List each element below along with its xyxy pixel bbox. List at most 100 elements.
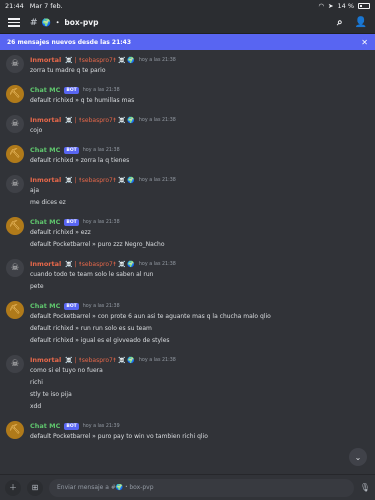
user-avatar[interactable]: ☠ [6, 355, 24, 373]
message-list[interactable]: ☠ Inmortal ☠️ | ☨sebaspro7☨ ☠️ 🌍 hoy a las … [0, 52, 375, 470]
author-name[interactable]: Chat MC [30, 146, 60, 154]
message-item[interactable]: ☠ Inmortal ☠️ | ☨sebaspro7☨ ☠️ 🌍 hoy a las … [0, 52, 375, 82]
author-decoration: ☠️ | ☨sebaspro7☨ ☠️ 🌍 [65, 56, 135, 64]
bot-avatar[interactable]: ⛏ [6, 421, 24, 439]
message-content: Inmortal ☠️ | ☨sebaspro7☨ ☠️ 🌍 hoy a las 2… [30, 259, 369, 293]
add-attachment-button[interactable]: ＋ [5, 479, 21, 496]
message-item[interactable]: ☠ Inmortal ☠️ | ☨sebaspro7☨ ☠️ 🌍 hoy a las … [0, 112, 375, 142]
message-text: default richixd » run run solo es su tea… [30, 325, 152, 332]
message-text: default Pocketbarrel » puro zzz Negro_Na… [30, 241, 165, 248]
location-icon: ➤ [328, 2, 334, 10]
new-messages-banner[interactable]: 26 mensajes nuevos desde las 21:43 ✕ [0, 34, 375, 50]
message-text: cojo [30, 127, 43, 134]
message-meta: Inmortal ☠️ | ☨sebaspro7☨ ☠️ 🌍 hoy a las 2… [30, 55, 369, 65]
author-name[interactable]: Inmortal [30, 116, 61, 124]
author-decoration: ☠️ | ☨sebaspro7☨ ☠️ 🌍 [65, 116, 135, 124]
message-item[interactable]: ☠ Inmortal ☠️ | ☨sebaspro7☨ ☠️ 🌍 hoy a las … [0, 172, 375, 214]
microphone-icon[interactable]: 🎙 [360, 483, 370, 492]
message-text: default richixd » igual es el givveado d… [30, 337, 170, 344]
menu-icon[interactable] [8, 18, 20, 27]
bot-avatar[interactable]: ⛏ [6, 85, 24, 103]
message-meta: Chat MC BOT hoy a las 21:38 [30, 217, 369, 227]
message-text: aja [30, 187, 40, 194]
author-name[interactable]: Chat MC [30, 218, 60, 226]
date: Mar 7 feb. [29, 2, 63, 10]
message-content: Chat MC BOT hoy a las 21:39 default Pocketb… [30, 421, 369, 443]
message-text: me dices ez [30, 199, 66, 206]
bot-badge: BOT [64, 422, 79, 430]
message-text: stly te iso pija [30, 391, 72, 398]
author-name[interactable]: Chat MC [30, 86, 60, 94]
author-name[interactable]: Inmortal [30, 356, 61, 364]
message-meta: Chat MC BOT hoy a las 21:38 [30, 85, 369, 95]
timestamp: hoy a las 21:38 [138, 117, 176, 123]
message-item[interactable]: ☠ Inmortal ☠️ | ☨sebaspro7☨ ☠️ 🌍 hoy a las … [0, 352, 375, 418]
message-meta: Inmortal ☠️ | ☨sebaspro7☨ ☠️ 🌍 hoy a las 2… [30, 355, 369, 365]
author-decoration: ☠️ | ☨sebaspro7☨ ☠️ 🌍 [65, 176, 135, 184]
bot-badge: BOT [64, 218, 79, 226]
bot-badge: BOT [64, 302, 79, 310]
timestamp: hoy a las 21:38 [138, 357, 176, 363]
message-text: como si el tuyo no fuera [30, 367, 103, 374]
timestamp: hoy a las 21:38 [82, 147, 120, 153]
timestamp: hoy a las 21:38 [82, 303, 120, 309]
close-icon[interactable]: ✕ [361, 38, 368, 47]
user-avatar[interactable]: ☠ [6, 115, 24, 133]
message-content: Chat MC BOT hoy a las 21:38 default Pocketb… [30, 301, 369, 347]
message-meta: Chat MC BOT hoy a las 21:38 [30, 301, 369, 311]
author-decoration: ☠️ | ☨sebaspro7☨ ☠️ 🌍 [65, 356, 135, 364]
message-text: default Pocketbarrel » con prote 6 aun a… [30, 313, 271, 320]
message-text: default richixd » q te humillas mas [30, 97, 135, 104]
timestamp: hoy a las 21:38 [138, 177, 176, 183]
user-avatar[interactable]: ☠ [6, 259, 24, 277]
apps-button[interactable]: ⊞ [27, 479, 43, 496]
message-text: default richixd » zorra la q tienes [30, 157, 130, 164]
message-content: Chat MC BOT hoy a las 21:38 default richixd… [30, 145, 369, 167]
author-name[interactable]: Inmortal [30, 56, 61, 64]
timestamp: hoy a las 21:38 [138, 261, 176, 267]
message-item[interactable]: ⛏ Chat MC BOT hoy a las 21:39 default Pocket… [0, 418, 375, 448]
author-name[interactable]: Chat MC [30, 422, 60, 430]
author-name[interactable]: Chat MC [30, 302, 60, 310]
user-avatar[interactable]: ☠ [6, 55, 24, 73]
bot-badge: BOT [64, 86, 79, 94]
message-item[interactable]: ⛏ Chat MC BOT hoy a las 21:38 default richix… [0, 142, 375, 172]
message-item[interactable]: ⛏ Chat MC BOT hoy a las 21:38 default richix… [0, 214, 375, 256]
author-name[interactable]: Inmortal [30, 176, 61, 184]
message-item[interactable]: ⛏ Chat MC BOT hoy a las 21:38 default richix… [0, 82, 375, 112]
timestamp: hoy a las 21:38 [82, 87, 120, 93]
user-avatar[interactable]: ☠ [6, 175, 24, 193]
author-name[interactable]: Inmortal [30, 260, 61, 268]
message-item[interactable]: ☠ Inmortal ☠️ | ☨sebaspro7☨ ☠️ 🌍 hoy a las … [0, 256, 375, 298]
channel-name: box-pvp [64, 18, 99, 27]
message-text: xdd [30, 403, 42, 410]
timestamp: hoy a las 21:38 [138, 57, 176, 63]
message-content: Inmortal ☠️ | ☨sebaspro7☨ ☠️ 🌍 hoy a las 2… [30, 175, 369, 209]
channel-icon: # [30, 17, 38, 28]
members-icon[interactable]: 👤 [355, 17, 367, 28]
status-bar: 21:44 Mar 7 feb. ◠ ➤ 14 % [0, 0, 375, 12]
message-text: cuando todo te team solo le saben al run [30, 271, 154, 278]
message-input-wrapper[interactable] [49, 478, 354, 497]
message-input[interactable] [57, 484, 346, 491]
message-meta: Chat MC BOT hoy a las 21:39 [30, 421, 369, 431]
bot-avatar[interactable]: ⛏ [6, 217, 24, 235]
banner-text: 26 mensajes nuevos desde las 21:43 [7, 38, 131, 46]
message-content: Inmortal ☠️ | ☨sebaspro7☨ ☠️ 🌍 hoy a las 2… [30, 115, 369, 137]
bot-avatar[interactable]: ⛏ [6, 301, 24, 319]
channel-header: # 🌍 ・ box-pvp ⌕ 👤 [0, 12, 375, 34]
message-text: zorra tu madre q te pario [30, 67, 106, 74]
search-icon[interactable]: ⌕ [337, 17, 343, 28]
message-content: Chat MC BOT hoy a las 21:38 default richixd… [30, 217, 369, 251]
author-decoration: ☠️ | ☨sebaspro7☨ ☠️ 🌍 [65, 260, 135, 268]
scroll-down-button[interactable]: ⌄ [349, 448, 367, 466]
channel-emoji: 🌍 [41, 18, 51, 27]
message-meta: Inmortal ☠️ | ☨sebaspro7☨ ☠️ 🌍 hoy a las 2… [30, 259, 369, 269]
message-text: richi [30, 379, 43, 386]
message-item[interactable]: ⛏ Chat MC BOT hoy a las 21:38 default Pocket… [0, 298, 375, 352]
bot-avatar[interactable]: ⛏ [6, 145, 24, 163]
message-text: pete [30, 283, 44, 290]
message-content: Inmortal ☠️ | ☨sebaspro7☨ ☠️ 🌍 hoy a las 2… [30, 55, 369, 77]
battery-icon [358, 3, 370, 9]
timestamp: hoy a las 21:38 [82, 219, 120, 225]
